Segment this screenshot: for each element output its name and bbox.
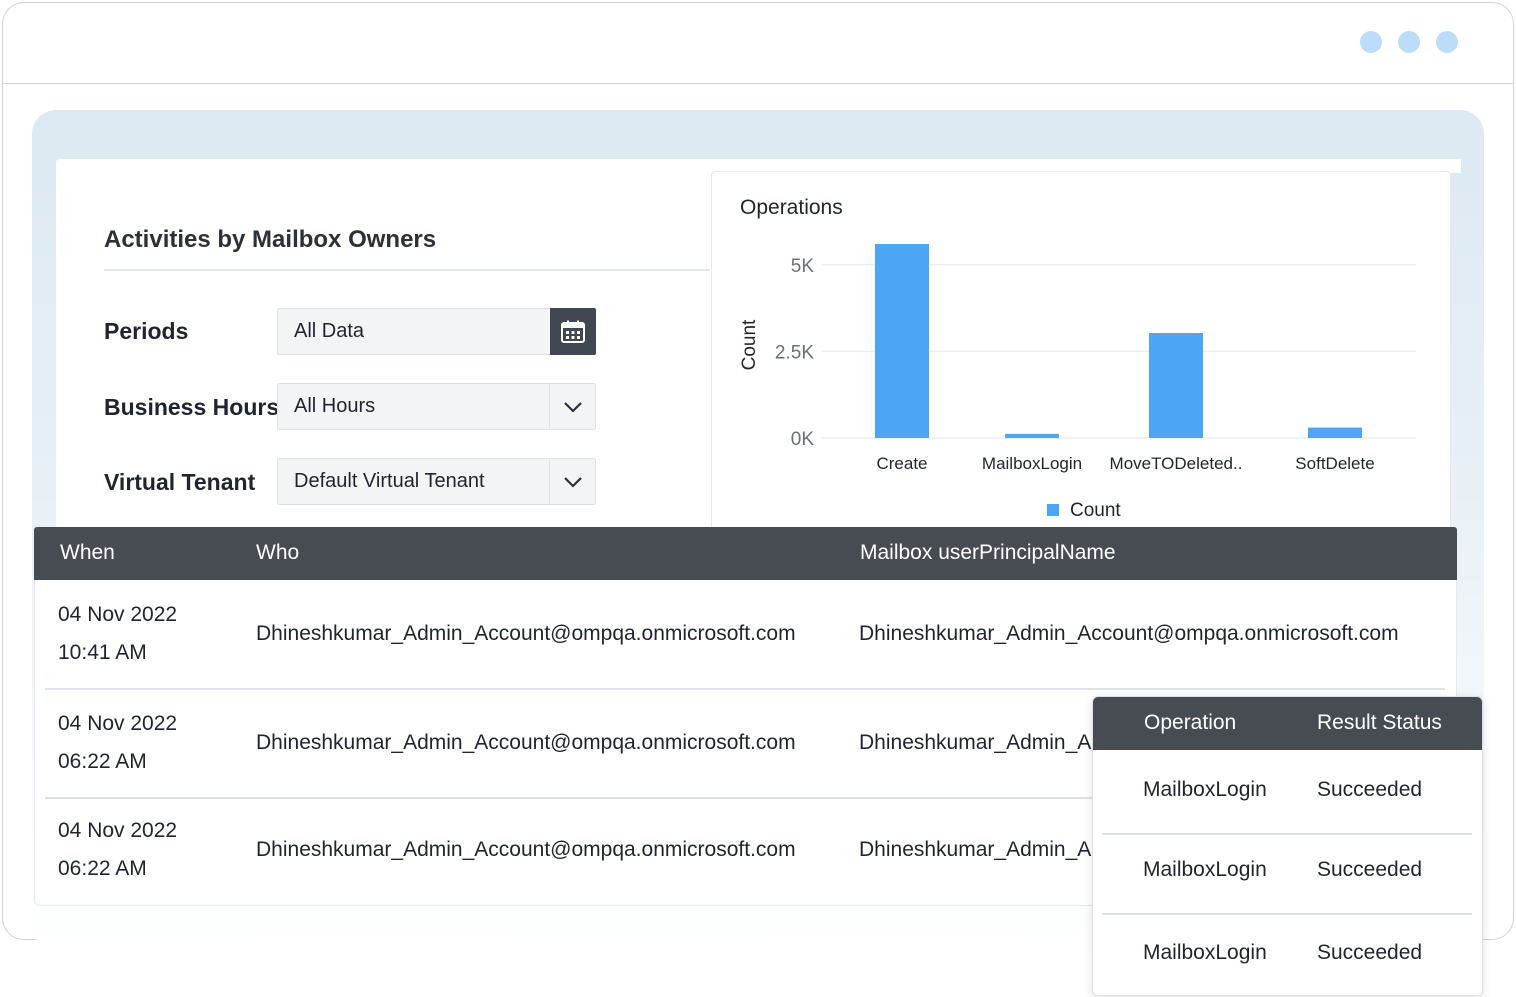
business-hours-value: All Hours [294, 395, 376, 417]
operation-detail-popover: Operation Result Status MailboxLogin Suc… [1092, 696, 1483, 996]
operations-bar-chart: 0K 2.5K 5K Count Create MailboxLogin MoveTODel… [739, 244, 1416, 521]
row-time: 10:41 AM [58, 641, 147, 664]
calendar-button[interactable] [550, 308, 596, 355]
title-divider [104, 269, 710, 271]
column-header-who[interactable]: Who [256, 541, 299, 565]
business-hours-label: Business Hours [104, 394, 280, 420]
chevron-down-icon [563, 476, 582, 488]
column-header-upn[interactable]: Mailbox userPrincipalName [860, 541, 1116, 565]
x-tick-label: MoveTODeleted.. [1110, 454, 1243, 473]
window-titlebar [3, 3, 1513, 84]
row-time: 06:22 AM [58, 857, 147, 880]
virtual-tenant-select[interactable]: Default Virtual Tenant [277, 458, 596, 505]
result-status-value: Succeeded [1317, 858, 1423, 881]
table-header: When Who Mailbox userPrincipalName [34, 527, 1457, 580]
row-date: 04 Nov 2022 [58, 712, 178, 735]
column-header-operation[interactable]: Operation [1144, 711, 1236, 735]
x-tick-label: MailboxLogin [982, 454, 1082, 473]
operation-value: MailboxLogin [1143, 858, 1267, 881]
business-hours-dropdown-button[interactable] [549, 384, 595, 429]
result-status-value: Succeeded [1317, 778, 1423, 801]
row-who: Dhineshkumar_Admin_Account@ompqa.onmicro… [256, 731, 796, 754]
virtual-tenant-dropdown-button[interactable] [549, 459, 595, 504]
row-upn: Dhineshkumar_Admin_Account@ompqa.onmicro… [859, 622, 1399, 645]
y-tick-label: 0K [791, 429, 815, 450]
window-control-dot[interactable] [1436, 31, 1458, 53]
y-tick-label: 2.5K [775, 342, 814, 363]
y-tick-label: 5K [791, 256, 815, 277]
bar [1149, 333, 1203, 438]
row-upn: Dhineshkumar_Admin_A [859, 731, 1092, 754]
result-status-value: Succeeded [1317, 941, 1423, 964]
row-who: Dhineshkumar_Admin_Account@ompqa.onmicro… [256, 622, 796, 645]
legend-swatch [1047, 504, 1059, 516]
x-tick-label: Create [876, 454, 927, 473]
row-date: 04 Nov 2022 [58, 819, 178, 842]
calendar-icon [561, 320, 585, 343]
row-divider [45, 688, 1445, 690]
row-divider [1102, 913, 1472, 915]
row-time: 06:22 AM [58, 750, 147, 773]
bar [1308, 427, 1362, 438]
window-control-dot[interactable] [1398, 31, 1420, 53]
bar [875, 244, 929, 438]
column-header-result-status[interactable]: Result Status [1317, 711, 1442, 735]
virtual-tenant-value: Default Virtual Tenant [294, 470, 485, 492]
y-axis-label: Count [739, 319, 760, 370]
operation-value: MailboxLogin [1143, 941, 1267, 964]
business-hours-select[interactable]: All Hours [277, 383, 596, 430]
row-upn: Dhineshkumar_Admin_A [859, 838, 1092, 861]
row-date: 04 Nov 2022 [58, 603, 178, 626]
bar [1005, 433, 1059, 438]
virtual-tenant-label: Virtual Tenant [104, 469, 256, 495]
row-divider [1102, 833, 1472, 835]
chevron-down-icon [563, 401, 582, 413]
x-tick-label: SoftDelete [1295, 454, 1374, 473]
operation-value: MailboxLogin [1143, 778, 1267, 801]
column-header-when[interactable]: When [60, 541, 115, 565]
report-title: Activities by Mailbox Owners [104, 226, 437, 253]
popover-header: Operation Result Status [1093, 697, 1482, 750]
periods-field[interactable]: All Data [277, 308, 596, 355]
periods-label: Periods [104, 318, 189, 344]
legend-label: Count [1070, 500, 1121, 521]
window-control-dot[interactable] [1360, 31, 1382, 53]
row-who: Dhineshkumar_Admin_Account@ompqa.onmicro… [256, 838, 796, 861]
periods-value: All Data [294, 320, 365, 342]
